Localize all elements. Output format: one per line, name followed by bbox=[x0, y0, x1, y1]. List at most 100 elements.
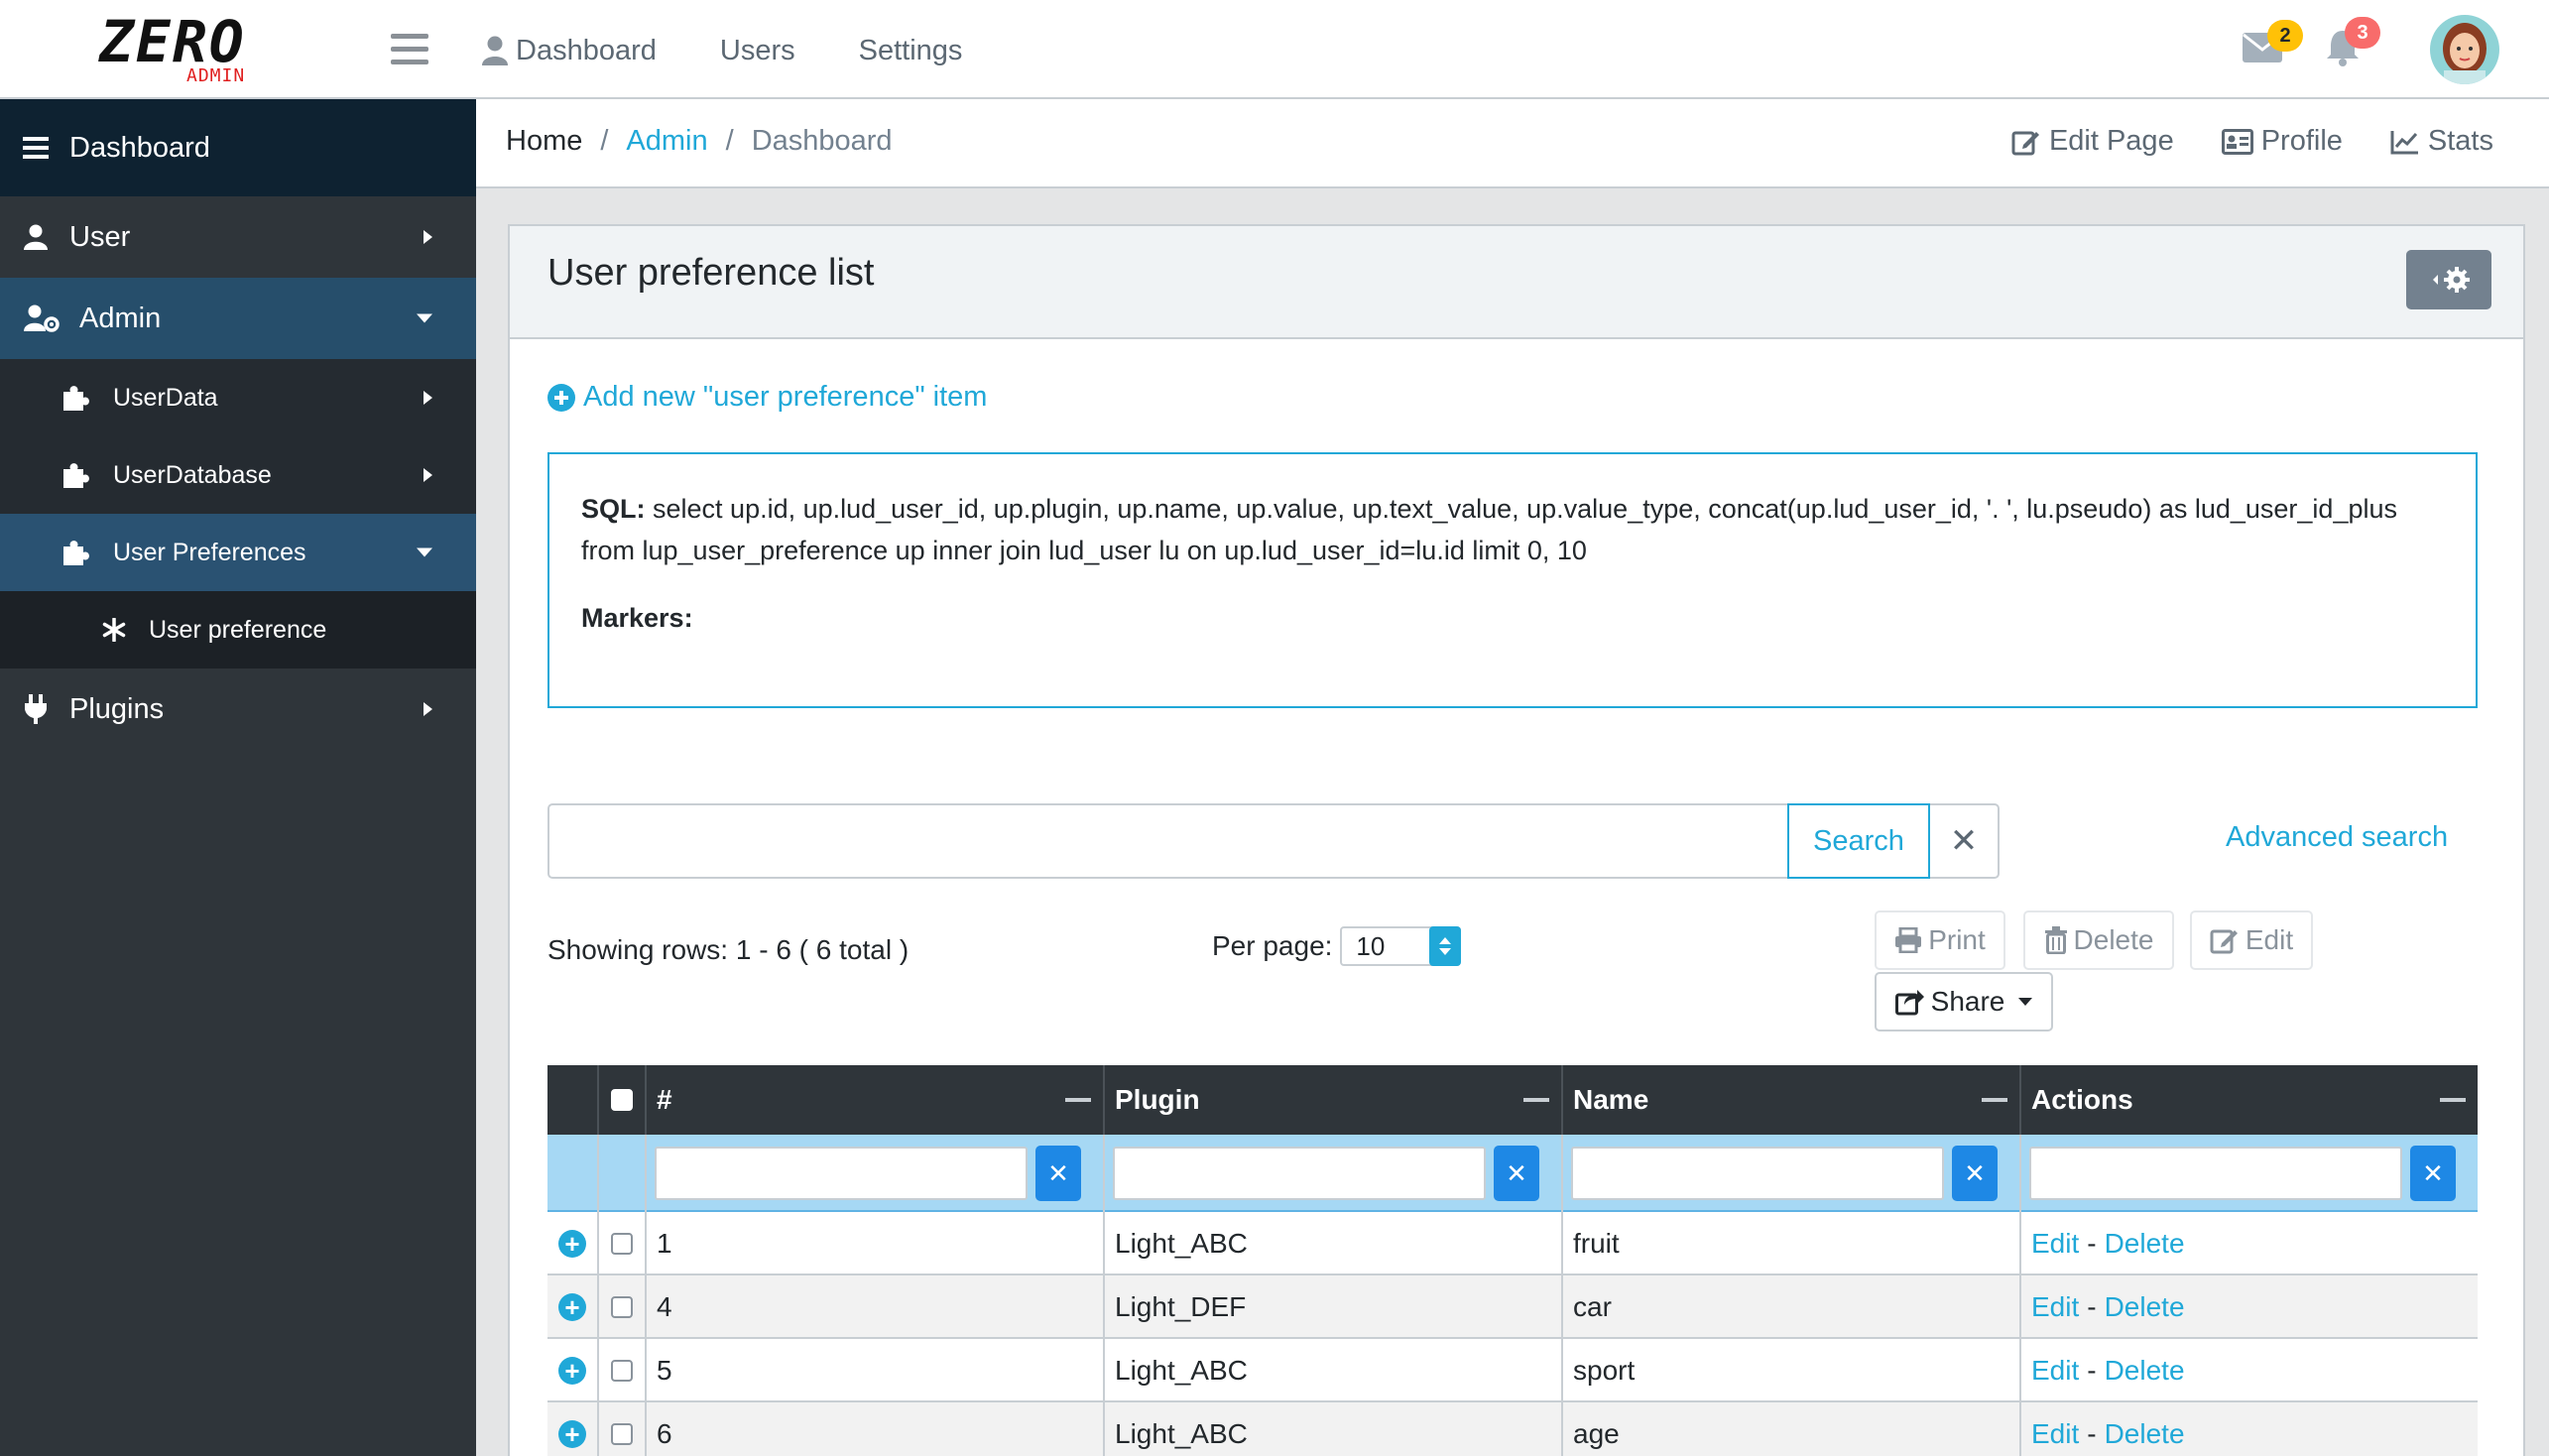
sidebar-item-label: UserData bbox=[113, 383, 218, 412]
sidebar: Dashboard User Admin UserData UserDataba… bbox=[0, 99, 476, 1456]
minus-icon[interactable] bbox=[1523, 1098, 1549, 1102]
search-input[interactable] bbox=[547, 803, 1787, 879]
header-actions: Actions bbox=[2021, 1065, 2478, 1135]
chart-line-icon bbox=[2390, 130, 2418, 154]
share-button[interactable]: Share bbox=[1875, 972, 2053, 1031]
breadcrumb-home[interactable]: Home bbox=[506, 125, 582, 158]
nav-settings[interactable]: Settings bbox=[859, 35, 963, 67]
sidebar-item-admin[interactable]: Admin bbox=[0, 278, 476, 359]
select-all-checkbox[interactable] bbox=[611, 1089, 633, 1111]
header-select-all[interactable] bbox=[599, 1065, 647, 1135]
sidebar-toggle-icon[interactable] bbox=[391, 34, 428, 65]
mail-button[interactable]: 2 bbox=[2242, 19, 2303, 68]
nav-users-label: Users bbox=[719, 34, 795, 66]
advanced-search-link[interactable]: Advanced search bbox=[2226, 821, 2448, 854]
cell-plugin: Light_DEF bbox=[1105, 1275, 1563, 1339]
add-item-link[interactable]: Add new "user preference" item bbox=[547, 381, 987, 414]
sidebar-item-label: User Preferences bbox=[113, 538, 306, 566]
cell-id: 6 bbox=[647, 1402, 1105, 1456]
card-settings-button[interactable] bbox=[2406, 250, 2491, 309]
row-edit-link[interactable]: Edit bbox=[2031, 1291, 2079, 1323]
filter-id-input[interactable] bbox=[655, 1147, 1028, 1200]
filter-plugin: ✕ bbox=[1105, 1135, 1563, 1212]
cell-id: 5 bbox=[647, 1339, 1105, 1402]
minus-icon[interactable] bbox=[1065, 1098, 1091, 1102]
filter-actions-input[interactable] bbox=[2029, 1147, 2402, 1200]
table-row: + 1 Light_ABC fruit Edit - Delete bbox=[547, 1212, 2478, 1275]
avatar[interactable] bbox=[2430, 15, 2499, 84]
sidebar-item-dashboard[interactable]: Dashboard bbox=[0, 99, 476, 196]
user-preference-card: User preference list Add new "user prefe… bbox=[508, 224, 2525, 1456]
row-delete-link[interactable]: Delete bbox=[2105, 1418, 2185, 1450]
user-cog-icon bbox=[22, 304, 61, 332]
filter-actions-clear-button[interactable]: ✕ bbox=[2410, 1146, 2456, 1201]
row-checkbox[interactable] bbox=[611, 1360, 633, 1382]
asterisk-icon bbox=[99, 618, 129, 642]
filter-id-clear-button[interactable]: ✕ bbox=[1035, 1146, 1081, 1201]
clear-search-button[interactable]: ✕ bbox=[1930, 803, 2000, 879]
sidebar-item-user[interactable]: User bbox=[0, 196, 476, 278]
puzzle-icon bbox=[58, 539, 93, 566]
filter-name-clear-button[interactable]: ✕ bbox=[1952, 1146, 1998, 1201]
row-checkbox[interactable] bbox=[611, 1233, 633, 1255]
per-page-select[interactable]: 10 bbox=[1340, 926, 1462, 966]
breadcrumb-admin[interactable]: Admin bbox=[626, 125, 707, 158]
row-checkbox[interactable] bbox=[611, 1423, 633, 1445]
minus-icon[interactable] bbox=[2440, 1098, 2466, 1102]
sidebar-item-plugins[interactable]: Plugins bbox=[0, 668, 476, 750]
filter-plugin-input[interactable] bbox=[1113, 1147, 1486, 1200]
minus-icon[interactable] bbox=[1982, 1098, 2007, 1102]
row-edit-link[interactable]: Edit bbox=[2031, 1228, 2079, 1260]
user-icon bbox=[482, 36, 508, 65]
profile-button[interactable]: Profile bbox=[2221, 125, 2343, 158]
share-label: Share bbox=[1930, 986, 2005, 1017]
header-name[interactable]: Name bbox=[1563, 1065, 2021, 1135]
expand-row-icon[interactable]: + bbox=[558, 1230, 586, 1258]
table-row: + 5 Light_ABC sport Edit - Delete bbox=[547, 1339, 2478, 1402]
cell-name: age bbox=[1563, 1402, 2021, 1456]
rows-count: Showing rows: 1 - 6 ( 6 total ) bbox=[547, 934, 910, 965]
cell-name: sport bbox=[1563, 1339, 2021, 1402]
edit-page-button[interactable]: Edit Page bbox=[2011, 125, 2174, 158]
header-id[interactable]: # bbox=[647, 1065, 1105, 1135]
filter-plugin-clear-button[interactable]: ✕ bbox=[1494, 1146, 1539, 1201]
cell-plugin: Light_ABC bbox=[1105, 1212, 1563, 1275]
edit-label: Edit bbox=[2245, 924, 2294, 955]
header-plugin[interactable]: Plugin bbox=[1105, 1065, 1563, 1135]
edit-button[interactable]: Edit bbox=[2190, 910, 2313, 970]
sidebar-item-userdatabase[interactable]: UserDatabase bbox=[0, 436, 476, 514]
per-page: Per page: 10 bbox=[1212, 926, 1462, 966]
print-button[interactable]: Print bbox=[1875, 910, 2005, 970]
sidebar-item-userdata[interactable]: UserData bbox=[0, 359, 476, 436]
cell-actions: Edit - Delete bbox=[2021, 1275, 2478, 1339]
row-delete-link[interactable]: Delete bbox=[2105, 1228, 2185, 1260]
nav-dashboard[interactable]: Dashboard bbox=[482, 35, 657, 67]
filter-name-input[interactable] bbox=[1571, 1147, 1944, 1200]
caret-down-icon bbox=[417, 313, 432, 323]
expand-row-icon[interactable]: + bbox=[558, 1420, 586, 1448]
caret-right-icon bbox=[424, 230, 432, 244]
puzzle-icon bbox=[58, 461, 93, 489]
list-icon bbox=[16, 137, 56, 159]
row-checkbox[interactable] bbox=[611, 1296, 633, 1318]
mail-badge: 2 bbox=[2267, 19, 2303, 52]
close-icon: ✕ bbox=[2422, 1157, 2444, 1188]
sidebar-item-user-preference[interactable]: User preference bbox=[0, 591, 476, 668]
search-button[interactable]: Search bbox=[1787, 803, 1930, 879]
stats-button[interactable]: Stats bbox=[2390, 125, 2493, 158]
notifications-button[interactable]: 3 bbox=[2325, 16, 2380, 71]
nav-dashboard-label: Dashboard bbox=[516, 34, 657, 66]
row-edit-link[interactable]: Edit bbox=[2031, 1418, 2079, 1450]
cell-actions: Edit - Delete bbox=[2021, 1339, 2478, 1402]
row-delete-link[interactable]: Delete bbox=[2105, 1355, 2185, 1387]
delete-button[interactable]: Delete bbox=[2023, 910, 2174, 970]
print-label: Print bbox=[1928, 924, 1986, 955]
sidebar-item-user-preferences[interactable]: User Preferences bbox=[0, 514, 476, 591]
expand-row-icon[interactable]: + bbox=[558, 1293, 586, 1321]
row-delete-link[interactable]: Delete bbox=[2105, 1291, 2185, 1323]
nav-users[interactable]: Users bbox=[720, 35, 795, 67]
row-edit-link[interactable]: Edit bbox=[2031, 1355, 2079, 1387]
add-item-label: Add new "user preference" item bbox=[583, 381, 988, 413]
brand-logo[interactable]: ZERO ADMIN bbox=[99, 12, 268, 89]
expand-row-icon[interactable]: + bbox=[558, 1357, 586, 1385]
